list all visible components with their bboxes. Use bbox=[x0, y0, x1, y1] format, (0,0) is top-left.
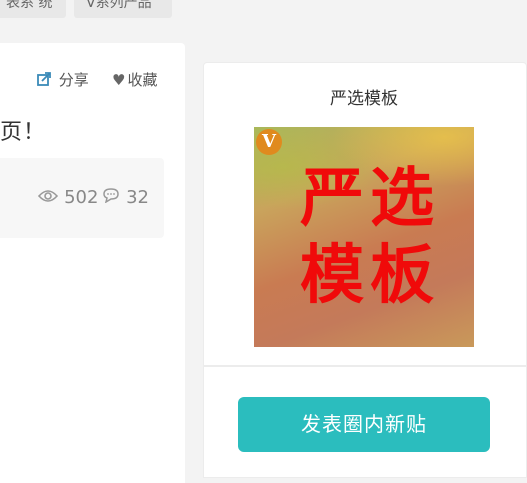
topic-title: 页！ bbox=[0, 120, 47, 145]
image-text-2: 选 bbox=[370, 162, 434, 236]
view-count: 502 bbox=[37, 187, 99, 208]
comment-count: 32 bbox=[102, 187, 149, 208]
image-text-3: 模 bbox=[300, 239, 364, 313]
new-post-button[interactable]: 发表圈内新贴 bbox=[238, 397, 490, 452]
template-image[interactable]: V 严 选 模 板 bbox=[254, 127, 474, 347]
heart-icon: ♥ bbox=[112, 71, 126, 89]
favorite-label: 收藏 bbox=[127, 71, 158, 89]
view-count-value: 502 bbox=[64, 187, 99, 208]
tag-v-series[interactable]: V系列产品 bbox=[74, 0, 172, 18]
v-badge-icon: V bbox=[256, 129, 282, 155]
template-card-title[interactable]: 严选模板 bbox=[203, 84, 525, 109]
tag-left[interactable]: 表系 统 bbox=[0, 0, 66, 18]
eye-icon bbox=[37, 188, 63, 207]
share-label: 分享 bbox=[58, 71, 89, 89]
favorite-button[interactable]: ♥ 收藏 bbox=[112, 69, 157, 90]
comment-icon bbox=[102, 188, 125, 207]
share-button[interactable]: 分享 bbox=[37, 69, 89, 90]
comment-count-value: 32 bbox=[126, 187, 149, 208]
share-icon bbox=[37, 71, 57, 89]
image-text-1: 严 bbox=[300, 162, 364, 236]
topic-panel bbox=[0, 43, 185, 483]
image-text-4: 板 bbox=[370, 239, 434, 313]
